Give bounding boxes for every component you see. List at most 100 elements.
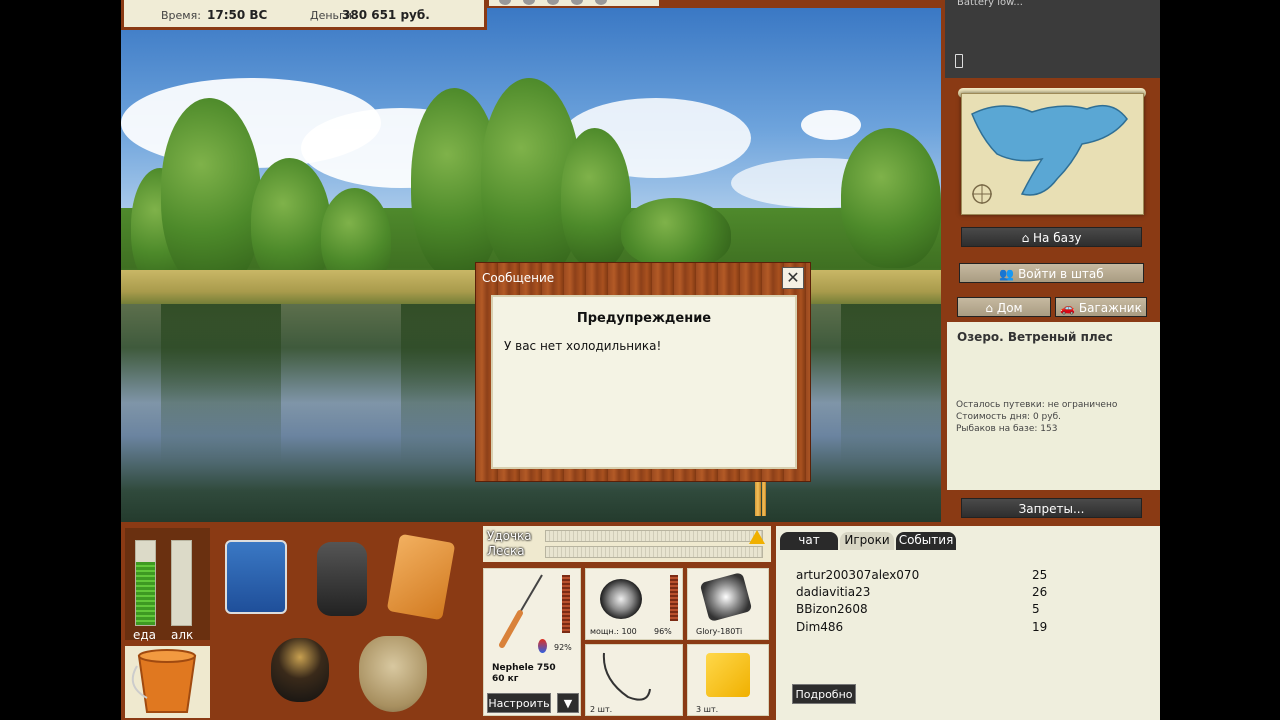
rod-wear-gauge: [562, 575, 570, 633]
phone-screen: Battery low...: [945, 0, 1160, 78]
line-bar-label: Леска: [487, 544, 525, 558]
meters-panel: еда алк: [125, 528, 210, 642]
chat-panel: чат Игроки События artur200307alex070 25…: [776, 526, 1160, 720]
bucket-icon: [131, 649, 197, 713]
backpack-icon[interactable]: [317, 542, 367, 616]
message-dialog: Сообщение ✕ Предупреждение У вас нет хол…: [475, 262, 811, 482]
cloud: [801, 110, 861, 140]
map-lake-icon: [971, 104, 1128, 204]
car-icon: 🚗: [1060, 301, 1079, 315]
cauldron-icon[interactable]: [271, 638, 329, 702]
player-value: 26: [1032, 585, 1048, 599]
control-dot[interactable]: [595, 0, 607, 5]
bottom-panel: еда алк 1 2 3 Удочка Леска: [121, 522, 1160, 720]
reel-slot[interactable]: мощн.: 100 96%: [585, 568, 683, 640]
phone-text: Battery low...: [957, 0, 1023, 8]
enter-hq-button[interactable]: 👥 Войти в штаб: [959, 263, 1144, 283]
time-value: 17:50 ВС: [207, 8, 268, 22]
bans-button[interactable]: Запреты...: [961, 498, 1142, 518]
tackle-panel: Удочка Леска 92% Nephele 750 60 кг Настр…: [481, 522, 773, 720]
home-icon: ⌂: [985, 301, 997, 315]
money-value: 380 651 руб.: [342, 8, 430, 22]
tab-chat[interactable]: чат: [780, 532, 838, 550]
control-dot[interactable]: [547, 0, 559, 5]
rod-percent: 92%: [554, 643, 572, 652]
bait-quantity: 3 шт.: [696, 705, 719, 714]
player-name[interactable]: BBizon2608: [796, 602, 868, 616]
control-dot[interactable]: [499, 0, 511, 5]
tree: [621, 198, 731, 268]
player-value: 25: [1032, 568, 1048, 582]
player-value: 19: [1032, 620, 1048, 634]
warning-icon: [749, 530, 765, 544]
trips-left: Осталось путевки: не ограничено: [956, 400, 1118, 410]
float-icon: [538, 639, 547, 653]
rod-tip: [762, 476, 766, 516]
setup-dropdown-button[interactable]: ▼: [557, 693, 579, 713]
food-meter: [135, 540, 156, 626]
day-cost: Стоимость дня: 0 руб.: [956, 412, 1061, 422]
right-panel: Battery low... ⌂ На базу 👥 Войти в штаб …: [941, 0, 1160, 522]
hooks-quantity: 2 шт.: [590, 705, 613, 714]
tree: [841, 128, 941, 268]
reel-power: мощн.: 100: [590, 627, 637, 636]
inventory-shelf: 1 2 3: [213, 528, 561, 720]
location-info: Озеро. Ветреный плес Осталось путевки: н…: [947, 322, 1160, 490]
rod-tension-bar: [545, 530, 763, 542]
tree: [251, 158, 331, 288]
reflection: [161, 304, 281, 464]
rod-bar-label: Удочка: [487, 529, 532, 543]
close-icon[interactable]: ✕: [782, 267, 804, 289]
home-label: Дом: [996, 301, 1023, 315]
setup-button[interactable]: Настроить: [487, 693, 551, 713]
enter-hq-label: Войти в штаб: [1018, 267, 1104, 281]
game-window: Время: 17:50 ВС Деньги: 380 651 руб. Соо…: [121, 0, 1160, 720]
tree: [161, 98, 261, 288]
tree: [561, 128, 631, 268]
line-name: Glory-180Ti: [696, 627, 743, 636]
control-dot[interactable]: [571, 0, 583, 5]
tackle-box-icon[interactable]: [225, 540, 287, 614]
reel-wear-gauge: [670, 575, 678, 621]
top-controls: [489, 0, 659, 6]
hook-icon: [602, 652, 651, 701]
alcohol-label: алк: [171, 628, 194, 642]
rod-name: Nephele 750: [492, 663, 556, 673]
fishers-count: Рыбаков на базе: 153: [956, 424, 1058, 434]
alcohol-meter: [171, 540, 192, 626]
rod-slot[interactable]: 92% Nephele 750 60 кг Настроить ▼: [483, 568, 581, 716]
dialog-body: Предупреждение У вас нет холодильника!: [491, 295, 797, 469]
to-base-button[interactable]: ⌂ На базу: [961, 227, 1142, 247]
food-meter-fill: [136, 562, 155, 625]
player-value: 5: [1032, 602, 1040, 616]
player-name[interactable]: dadiavitia23: [796, 585, 870, 599]
people-icon: 👥: [999, 267, 1019, 281]
to-base-label: На базу: [1033, 231, 1082, 245]
control-dot[interactable]: [523, 0, 535, 5]
line-tension-bar: [545, 546, 763, 558]
hook-slot[interactable]: 2 шт.: [585, 644, 683, 716]
time-label: Время:: [161, 9, 201, 22]
trunk-button[interactable]: 🚗 Багажник: [1055, 297, 1147, 317]
reflection: [841, 304, 941, 464]
dialog-text: У вас нет холодильника!: [504, 339, 662, 353]
lake-map[interactable]: [961, 93, 1144, 215]
line-spool-icon: [699, 571, 753, 623]
battery-icon: [955, 54, 963, 68]
cheese-bait-icon: [706, 653, 750, 697]
bait-slot[interactable]: 3 шт.: [687, 644, 769, 716]
fish-net-icon[interactable]: [359, 636, 427, 712]
food-label: еда: [133, 628, 157, 642]
tab-events[interactable]: События: [896, 532, 956, 550]
location-title: Озеро. Ветреный плес: [957, 330, 1113, 344]
tab-players[interactable]: Игроки: [840, 532, 894, 550]
home-button[interactable]: ⌂ Дом: [957, 297, 1051, 317]
player-name[interactable]: Dim486: [796, 620, 843, 634]
reel-icon: [600, 579, 642, 619]
rod-weight: 60 кг: [492, 674, 519, 684]
line-slot[interactable]: Glory-180Ti: [687, 568, 769, 640]
player-name[interactable]: artur200307alex070: [796, 568, 919, 582]
details-button[interactable]: Подробно: [792, 684, 856, 704]
bucket-slot[interactable]: [125, 646, 210, 718]
notebook-icon[interactable]: [386, 533, 456, 621]
